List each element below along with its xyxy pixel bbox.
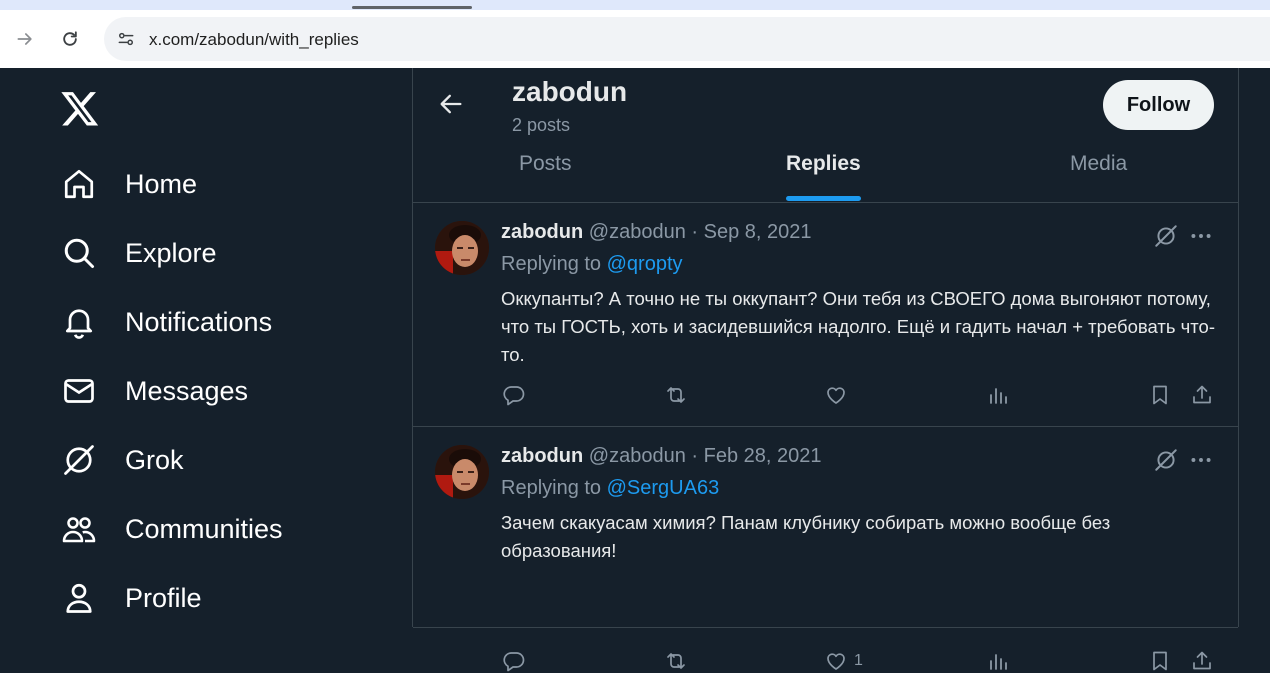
bookmark-button[interactable] bbox=[1148, 383, 1172, 407]
active-tab-indicator bbox=[352, 6, 472, 9]
envelope-icon bbox=[60, 372, 98, 410]
views-button[interactable] bbox=[986, 383, 1010, 407]
active-tab-indicator bbox=[786, 196, 861, 201]
forward-icon[interactable] bbox=[10, 24, 40, 54]
share-icon bbox=[1193, 385, 1211, 404]
author-name[interactable]: zabodun bbox=[501, 221, 583, 243]
nav-label-grok: Grok bbox=[125, 444, 184, 475]
page-title: zabodun bbox=[512, 76, 628, 107]
analytics-icon bbox=[990, 654, 1007, 670]
main-column: zabodun 2 posts Follow Posts Replies Med… bbox=[412, 68, 1239, 672]
sidebar: Home Explore Notifications Messages Grok… bbox=[0, 68, 412, 627]
heart-icon bbox=[827, 653, 845, 670]
person-icon bbox=[60, 579, 98, 617]
posts-count: 2 posts bbox=[512, 115, 571, 135]
grok-icon bbox=[60, 441, 98, 479]
home-icon bbox=[60, 165, 98, 203]
replying-to: Replying to @SergUA63 bbox=[501, 477, 719, 500]
grok-icon[interactable] bbox=[1153, 223, 1179, 249]
nav-label-messages: Messages bbox=[125, 375, 249, 406]
tweet-text: Оккупанты? А точно не ты оккупант? Они т… bbox=[501, 288, 1216, 365]
browser-chrome: x.com/zabodun/with_replies bbox=[0, 0, 1270, 68]
bookmark-button[interactable] bbox=[1148, 649, 1172, 673]
reply-icon bbox=[503, 386, 525, 406]
reply-button[interactable] bbox=[502, 383, 526, 407]
like-button[interactable] bbox=[824, 383, 854, 407]
replying-to: Replying to @qropty bbox=[501, 253, 683, 276]
nav-label-home: Home bbox=[125, 168, 198, 199]
nav-label-explore: Explore bbox=[125, 237, 217, 268]
meta-separator: · bbox=[685, 445, 704, 467]
nav-notifications[interactable]: Notifications bbox=[60, 300, 272, 344]
reply-button[interactable] bbox=[502, 649, 526, 673]
back-arrow-icon[interactable] bbox=[437, 90, 465, 118]
nav-explore[interactable]: Explore bbox=[60, 231, 217, 275]
tweet[interactable]: zabodun @zabodun · Sep 8, 2021 Replying … bbox=[413, 203, 1238, 427]
tab-posts[interactable]: Posts bbox=[519, 152, 572, 176]
like-button[interactable]: 1 bbox=[824, 649, 863, 673]
tweet-date[interactable]: Sep 8, 2021 bbox=[704, 221, 812, 243]
like-count: 1 bbox=[854, 652, 863, 669]
repost-button[interactable] bbox=[663, 383, 689, 407]
people-icon bbox=[60, 510, 98, 548]
profile-tabs: Posts Replies Media bbox=[413, 140, 1238, 203]
tab-media[interactable]: Media bbox=[1070, 152, 1127, 176]
author-handle[interactable]: @zabodun bbox=[589, 445, 686, 467]
mention-link[interactable]: @SergUA63 bbox=[607, 477, 720, 499]
url-text[interactable]: x.com/zabodun/with_replies bbox=[149, 30, 359, 50]
address-bar[interactable]: x.com/zabodun/with_replies bbox=[104, 17, 1270, 61]
more-icon[interactable] bbox=[1188, 447, 1214, 473]
more-icon[interactable] bbox=[1188, 223, 1214, 249]
reload-icon[interactable] bbox=[55, 24, 85, 54]
views-button[interactable] bbox=[986, 649, 1010, 673]
author-handle[interactable]: @zabodun bbox=[589, 221, 686, 243]
share-icon bbox=[1193, 651, 1211, 670]
bookmark-icon bbox=[1153, 651, 1167, 671]
replying-prefix: Replying to bbox=[501, 253, 607, 275]
tweet-header: zabodun @zabodun · Feb 28, 2021 bbox=[501, 445, 821, 468]
nav-label-profile: Profile bbox=[125, 582, 202, 613]
nav-messages[interactable]: Messages bbox=[60, 369, 248, 413]
bookmark-icon bbox=[1153, 385, 1167, 405]
site-settings-icon[interactable] bbox=[114, 27, 138, 51]
share-button[interactable] bbox=[1190, 383, 1214, 407]
nav-label-communities: Communities bbox=[125, 513, 283, 544]
author-name[interactable]: zabodun bbox=[501, 445, 583, 467]
tweet[interactable]: zabodun @zabodun · Feb 28, 2021 Replying… bbox=[413, 427, 1238, 672]
search-icon bbox=[60, 234, 98, 272]
repost-icon bbox=[667, 653, 685, 669]
nav-communities[interactable]: Communities bbox=[60, 507, 283, 551]
nav-grok[interactable]: Grok bbox=[60, 438, 184, 482]
reply-icon bbox=[503, 652, 525, 672]
heart-icon bbox=[827, 387, 845, 404]
analytics-icon bbox=[990, 388, 1007, 404]
bell-icon bbox=[60, 303, 98, 341]
meta-separator: · bbox=[685, 221, 704, 243]
share-button[interactable] bbox=[1190, 649, 1214, 673]
repost-icon bbox=[667, 387, 685, 403]
tab-strip bbox=[0, 0, 1270, 10]
tab-replies[interactable]: Replies bbox=[786, 152, 861, 176]
tweet-header: zabodun @zabodun · Sep 8, 2021 bbox=[501, 221, 811, 244]
tweet-date[interactable]: Feb 28, 2021 bbox=[704, 445, 822, 467]
mention-link[interactable]: @qropty bbox=[607, 253, 683, 275]
x-logo[interactable] bbox=[60, 88, 100, 128]
nav-home[interactable]: Home bbox=[60, 162, 197, 206]
avatar[interactable] bbox=[435, 221, 489, 275]
nav-label-notifications: Notifications bbox=[125, 306, 273, 337]
repost-button[interactable] bbox=[663, 649, 689, 673]
tweet-text: Зачем скакуасам химия? Панам клубнику со… bbox=[501, 512, 1111, 561]
avatar[interactable] bbox=[435, 445, 489, 499]
nav-profile[interactable]: Profile bbox=[60, 576, 202, 620]
grok-icon[interactable] bbox=[1153, 447, 1179, 473]
follow-button[interactable]: Follow bbox=[1103, 80, 1214, 130]
replying-prefix: Replying to bbox=[501, 477, 607, 499]
